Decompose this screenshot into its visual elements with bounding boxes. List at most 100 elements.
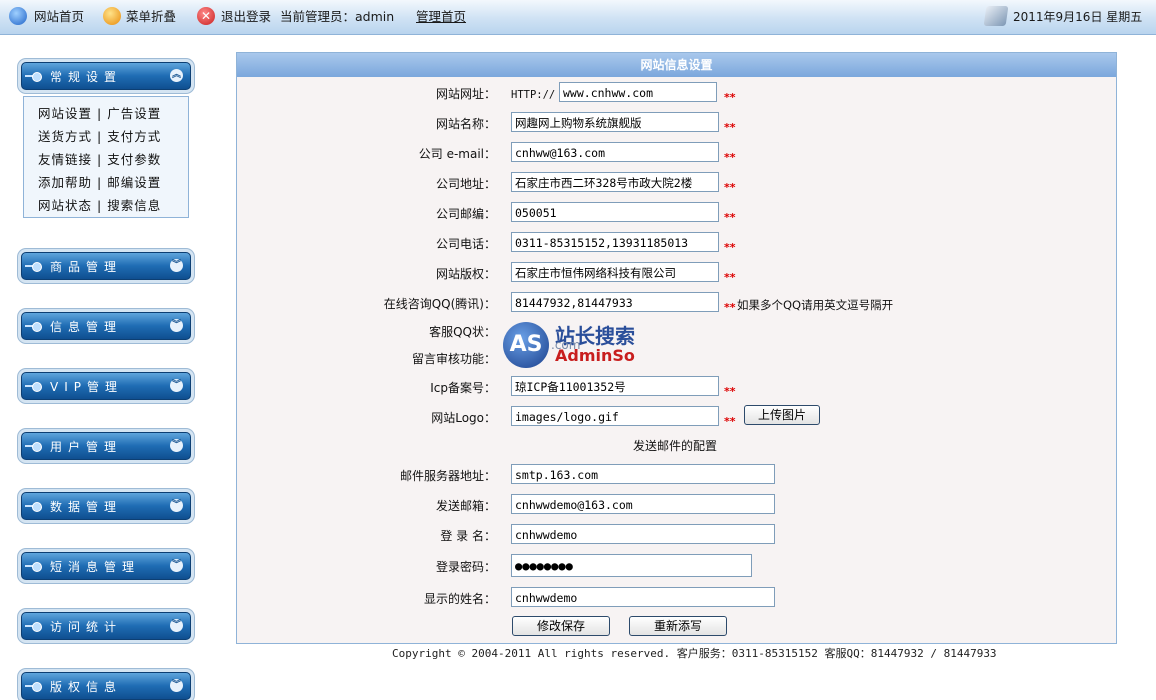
email-label: 公司 e-mail： xyxy=(418,147,496,161)
collapse-icon[interactable]: ︽ xyxy=(170,69,183,82)
separator: | xyxy=(97,175,103,190)
expand-icon[interactable]: ︾ xyxy=(170,679,183,692)
menu-row: 添加帮助 | 邮编设置 xyxy=(38,172,161,191)
separator: | xyxy=(97,152,103,167)
expand-icon[interactable]: ︾ xyxy=(170,439,183,452)
expand-icon[interactable]: ︾ xyxy=(170,499,183,512)
site-url-input[interactable]: www.cnhww.com xyxy=(559,82,717,102)
bullet-icon xyxy=(32,262,42,272)
sidebar-section-vip: VIP管理 ︾ xyxy=(14,372,196,400)
bullet-icon xyxy=(32,682,42,692)
required-mark: ** xyxy=(724,181,736,194)
expand-icon[interactable]: ︾ xyxy=(170,379,183,392)
bullet-icon xyxy=(32,622,42,632)
save-button[interactable]: 修改保存 xyxy=(512,616,610,636)
sidebar-section-stats: 访问统计 ︾ xyxy=(14,612,196,640)
sidebar-section-data: 数据管理 ︾ xyxy=(14,492,196,520)
reset-button[interactable]: 重新添写 xyxy=(629,616,727,636)
required-mark: ** xyxy=(724,271,736,284)
menu-item-payment-params[interactable]: 支付参数 xyxy=(107,152,161,167)
top-toolbar: 网站首页 菜单折叠 ✕ 退出登录 当前管理员：admin 管理首页 2011年9… xyxy=(0,0,1156,35)
upload-image-button[interactable]: 上传图片 xyxy=(744,405,820,425)
menu-row: 送货方式 | 支付方式 xyxy=(38,126,161,145)
icp-input[interactable]: 琼ICP备11001352号 xyxy=(511,376,719,396)
menu-item-site-status[interactable]: 网站状态 xyxy=(38,198,92,213)
menu-item-site-settings[interactable]: 网站设置 xyxy=(38,106,92,121)
section-title: 数据管理 xyxy=(50,500,123,514)
sidebar-section-copyright: 版权信息 ︾ xyxy=(14,672,196,700)
phone-input[interactable]: 0311-85315152,13931185013 xyxy=(511,232,719,252)
logo-label: 网站Logo： xyxy=(431,411,496,425)
copyright-label: 网站版权： xyxy=(435,267,496,281)
email-input[interactable]: cnhww@163.com xyxy=(511,142,719,162)
footer-copyright: Copyright © 2004-2011 All rights reserve… xyxy=(392,647,997,660)
sidebar-header-data[interactable]: 数据管理 ︾ xyxy=(21,492,191,520)
section-title: VIP管理 xyxy=(50,380,123,394)
menu-item-zip-settings[interactable]: 邮编设置 xyxy=(107,175,161,190)
zip-input[interactable]: 050051 xyxy=(511,202,719,222)
sidebar-general-items: 网站设置 | 广告设置 送货方式 | 支付方式 友情链接 | 支付参数 添加帮助… xyxy=(23,96,189,218)
logout-icon[interactable]: ✕ xyxy=(197,7,215,25)
address-input[interactable]: 石家庄市西二环328号市政大院2楼 xyxy=(511,172,719,192)
expand-icon[interactable]: ︾ xyxy=(170,259,183,272)
sidebar-header-vip[interactable]: VIP管理 ︾ xyxy=(21,372,191,400)
section-title: 用户管理 xyxy=(50,440,123,454)
address-label: 公司地址： xyxy=(435,177,496,191)
separator: | xyxy=(97,106,103,121)
section-title: 访问统计 xyxy=(50,620,123,634)
menu-item-friend-links[interactable]: 友情链接 xyxy=(38,152,92,167)
date-display: 2011年9月16日 星期五 xyxy=(1013,10,1143,24)
required-mark: ** xyxy=(724,385,736,398)
password-input[interactable]: ●●●●●●●● xyxy=(511,554,752,577)
sidebar-header-copyright[interactable]: 版权信息 ︾ xyxy=(21,672,191,700)
site-settings-panel: 网站信息设置 网站网址： HTTP:// www.cnhww.com ** 网站… xyxy=(236,52,1117,644)
menu-item-shipping[interactable]: 送货方式 xyxy=(38,129,92,144)
expand-icon[interactable]: ︾ xyxy=(170,319,183,332)
menu-row: 网站设置 | 广告设置 xyxy=(38,103,161,122)
section-title: 信息管理 xyxy=(50,320,123,334)
display-name-input[interactable]: cnhwwdemo xyxy=(511,587,775,607)
fold-menu-link[interactable]: 菜单折叠 xyxy=(126,8,176,26)
required-mark: ** xyxy=(724,121,736,134)
copyright-input[interactable]: 石家庄市恒伟网络科技有限公司 xyxy=(511,262,719,282)
admin-home-link[interactable]: 管理首页 xyxy=(416,8,466,26)
site-url-prefix: HTTP:// xyxy=(511,89,556,101)
expand-icon[interactable]: ︾ xyxy=(170,619,183,632)
display-name-label: 显示的姓名： xyxy=(423,592,496,606)
home-link[interactable]: 网站首页 xyxy=(34,8,84,26)
menu-item-payment[interactable]: 支付方式 xyxy=(107,129,161,144)
required-mark: ** xyxy=(724,91,736,104)
menu-item-add-help[interactable]: 添加帮助 xyxy=(38,175,92,190)
bullet-icon xyxy=(32,502,42,512)
sidebar-section-general: 常规设置 ︽ 网站设置 | 广告设置 送货方式 | 支付方式 友情链接 | 支付… xyxy=(14,62,196,222)
bullet-icon xyxy=(32,442,42,452)
fold-menu-icon[interactable] xyxy=(103,7,121,25)
expand-icon[interactable]: ︾ xyxy=(170,559,183,572)
site-name-input[interactable]: 网趣网上购物系统旗舰版 xyxy=(511,112,719,132)
qq-input[interactable]: 81447932,81447933 xyxy=(511,292,719,312)
section-title: 短消息管理 xyxy=(50,560,141,574)
home-icon[interactable] xyxy=(9,7,27,25)
sidebar-header-products[interactable]: 商品管理 ︾ xyxy=(21,252,191,280)
sidebar-header-general[interactable]: 常规设置 ︽ xyxy=(21,62,191,90)
menu-item-ad-settings[interactable]: 广告设置 xyxy=(107,106,161,121)
sidebar-header-info[interactable]: 信息管理 ︾ xyxy=(21,312,191,340)
sidebar-section-users: 用户管理 ︾ xyxy=(14,432,196,460)
logout-link[interactable]: 退出登录 xyxy=(221,8,271,26)
login-name-label: 登 录 名： xyxy=(440,529,496,543)
mail-from-input[interactable]: cnhwwdemo@163.com xyxy=(511,494,775,514)
sidebar-header-messages[interactable]: 短消息管理 ︾ xyxy=(21,552,191,580)
login-name-input[interactable]: cnhwwdemo xyxy=(511,524,775,544)
menu-item-search-info[interactable]: 搜索信息 xyxy=(107,198,161,213)
menu-row: 友情链接 | 支付参数 xyxy=(38,149,161,168)
sidebar-section-products: 商品管理 ︾ xyxy=(14,252,196,280)
icp-label: Icp备案号： xyxy=(430,381,496,395)
mail-from-label: 发送邮箱： xyxy=(435,499,496,513)
zip-label: 公司邮编： xyxy=(435,207,496,221)
sidebar-header-stats[interactable]: 访问统计 ︾ xyxy=(21,612,191,640)
qq-hint: 如果多个QQ请用英文逗号隔开 xyxy=(737,298,894,312)
logo-input[interactable]: images/logo.gif xyxy=(511,406,719,426)
mail-server-input[interactable]: smtp.163.com xyxy=(511,464,775,484)
phone-label: 公司电话： xyxy=(435,237,496,251)
sidebar-header-users[interactable]: 用户管理 ︾ xyxy=(21,432,191,460)
